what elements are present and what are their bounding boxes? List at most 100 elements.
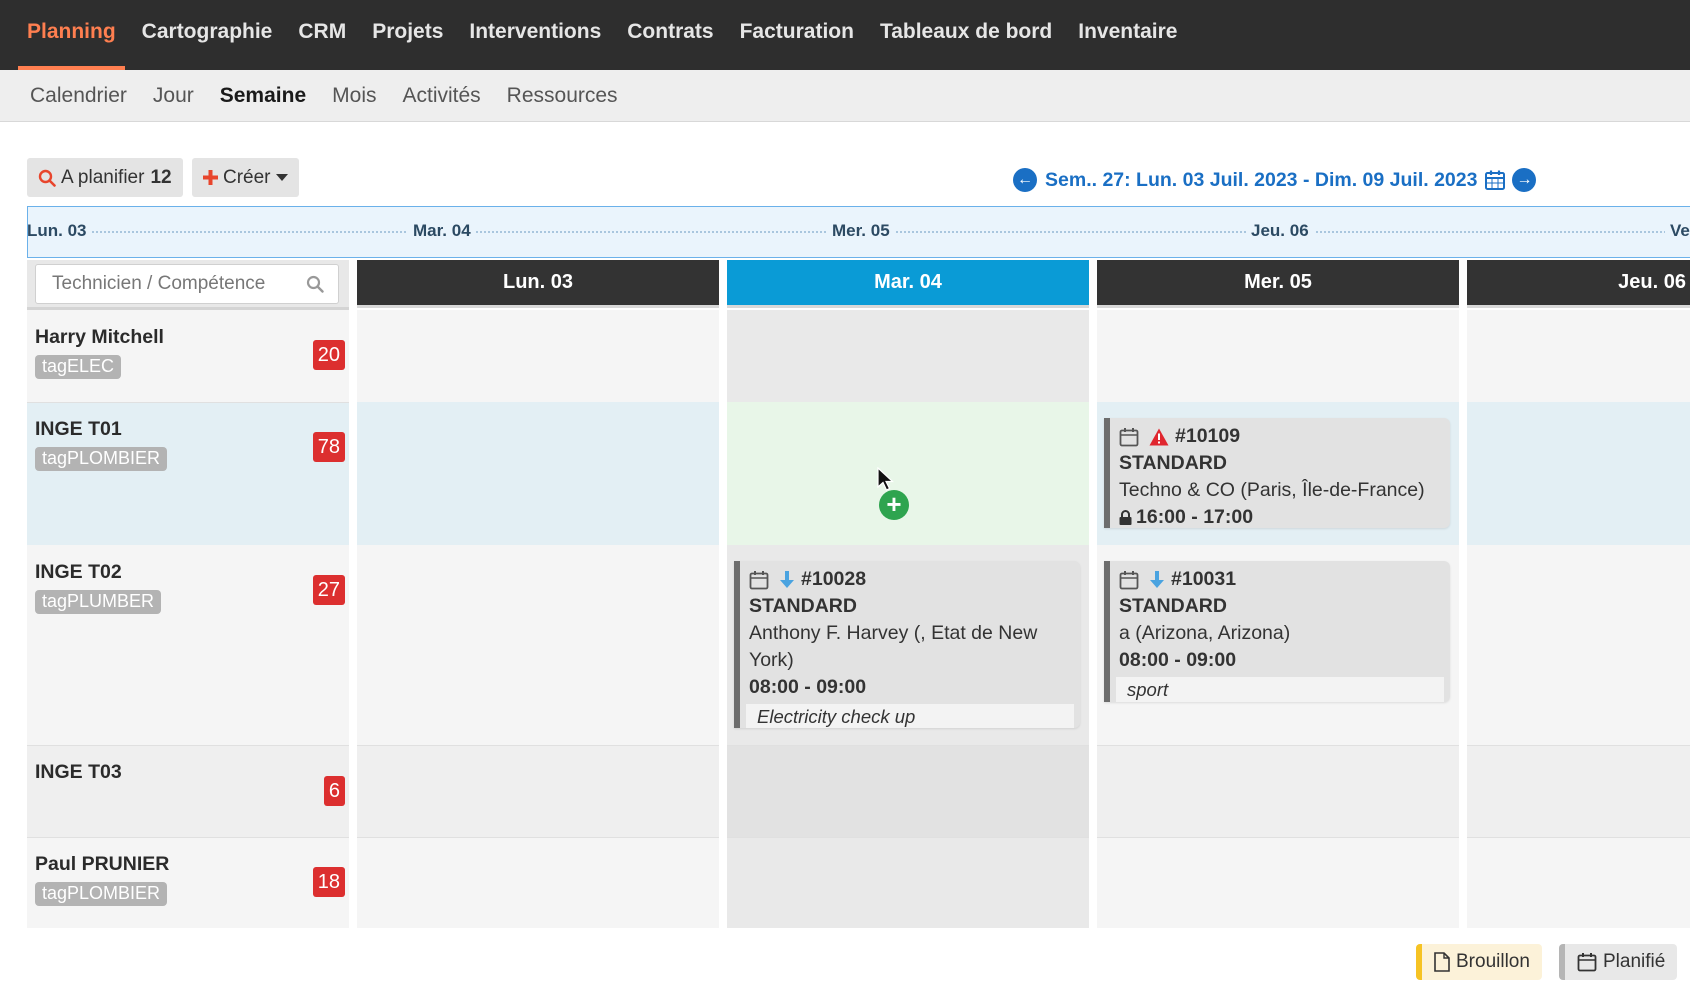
intervention-type: STANDARD — [749, 593, 1070, 620]
nav-facturation[interactable]: Facturation — [727, 0, 867, 70]
nav-planning[interactable]: Planning — [14, 0, 129, 70]
intervention-client: Anthony F. Harvey (, Etat de New York) — [749, 622, 1038, 671]
intervention-note: sport — [1116, 677, 1444, 702]
caret-down-icon — [275, 173, 288, 181]
subnav-semaine[interactable]: Semaine — [207, 84, 319, 108]
day-header-wed[interactable]: Mer. 05 — [1097, 260, 1459, 308]
day-cell[interactable] — [357, 745, 719, 837]
day-cell[interactable] — [1097, 310, 1459, 402]
day-cell[interactable] — [357, 545, 719, 745]
legend-planned[interactable]: Planifié — [1559, 944, 1678, 980]
technician-count-badge: 18 — [312, 867, 345, 897]
intervention-id: #10031 — [1171, 568, 1237, 590]
intervention-header: #10031 — [1119, 566, 1440, 593]
technician-search-input[interactable] — [52, 273, 302, 295]
legend-draft[interactable]: Brouillon — [1416, 944, 1542, 980]
intervention-time-row: 08:00 - 09:00 — [749, 674, 1070, 701]
to-plan-label: A planifier — [61, 166, 145, 188]
create-button[interactable]: Créer — [192, 158, 299, 197]
intervention-type: STANDARD — [1119, 450, 1440, 477]
nav-interventions[interactable]: Interventions — [456, 0, 614, 70]
technician-name: Paul PRUNIER — [35, 853, 170, 875]
day-cell[interactable] — [1467, 402, 1690, 545]
lock-icon — [1119, 510, 1132, 525]
subnav-ressources[interactable]: Ressources — [494, 84, 631, 108]
warning-icon — [1149, 428, 1169, 445]
technician-count-badge: 6 — [323, 776, 345, 806]
technician-tag: tagPLUMBER — [35, 590, 162, 614]
day-cell-hover[interactable] — [727, 402, 1089, 545]
technician-inge-t02[interactable]: INGE T02 tagPLUMBER 27 — [27, 545, 349, 745]
subnav-calendrier[interactable]: Calendrier — [17, 84, 140, 108]
nav-cartographie[interactable]: Cartographie — [129, 0, 286, 70]
plus-icon — [203, 170, 218, 185]
legend-draft-label: Brouillon — [1456, 951, 1530, 972]
subnav-activites[interactable]: Activités — [389, 84, 493, 108]
timeline-label: Jeu. 06 — [1246, 221, 1314, 241]
technician-harry-mitchell[interactable]: Harry Mitchell tagELEC 20 — [27, 310, 349, 402]
day-cell[interactable] — [1097, 837, 1459, 928]
timeline-strip[interactable]: Lun. 03 Mar. 04 Mer. 05 Jeu. 06 Ve — [27, 206, 1690, 258]
day-cell[interactable] — [357, 402, 719, 545]
day-cell[interactable] — [1467, 545, 1690, 745]
day-cell[interactable] — [1097, 745, 1459, 837]
day-header-mon[interactable]: Lun. 03 — [357, 260, 719, 308]
day-header-tue[interactable]: Mar. 04 — [727, 260, 1089, 308]
nav-inventaire[interactable]: Inventaire — [1065, 0, 1190, 70]
nav-contrats[interactable]: Contrats — [614, 0, 726, 70]
timeline-label: Lun. 03 — [28, 221, 92, 241]
intervention-card-10028[interactable]: #10028 STANDARD Anthony F. Harvey (, Eta… — [734, 561, 1080, 728]
intervention-time: 16:00 - 17:00 — [1136, 506, 1254, 528]
search-icon — [38, 169, 56, 187]
technician-inge-t03[interactable]: INGE T03 6 — [27, 745, 349, 837]
subnav-jour[interactable]: Jour — [140, 84, 207, 108]
intervention-id: #10028 — [801, 568, 867, 590]
intervention-note: Electricity check up — [746, 704, 1074, 728]
technician-tag: tagPLOMBIER — [35, 882, 168, 906]
day-header-thu[interactable]: Jeu. 06 — [1467, 260, 1690, 308]
day-cell[interactable] — [727, 837, 1089, 928]
intervention-type-label: STANDARD — [1119, 452, 1227, 474]
day-cell[interactable] — [727, 745, 1089, 837]
intervention-type-label: STANDARD — [749, 595, 857, 617]
nav-projets[interactable]: Projets — [359, 0, 456, 70]
technician-name: INGE T01 — [35, 418, 122, 440]
technician-name: INGE T02 — [35, 561, 122, 583]
add-intervention-button[interactable]: + — [879, 490, 909, 520]
day-cell[interactable] — [357, 310, 719, 402]
intervention-time-row: 16:00 - 17:00 — [1119, 504, 1440, 528]
intervention-header: #10109 — [1119, 423, 1440, 450]
subnav-mois[interactable]: Mois — [319, 84, 389, 108]
timeline-label: Mer. 05 — [827, 221, 895, 241]
next-week-icon[interactable]: → — [1512, 168, 1537, 192]
create-label: Créer — [223, 166, 271, 188]
legend-planned-label: Planifié — [1603, 951, 1666, 972]
prev-week-icon[interactable]: ← — [1013, 168, 1037, 192]
intervention-time: 08:00 - 09:00 — [749, 676, 867, 698]
calendar-icon[interactable] — [1484, 169, 1506, 191]
technician-count-badge: 27 — [312, 575, 345, 605]
intervention-type-label: STANDARD — [1119, 595, 1227, 617]
day-cell[interactable] — [1467, 310, 1690, 402]
intervention-client: a (Arizona, Arizona) — [1119, 622, 1291, 644]
technician-name: Harry Mitchell — [35, 326, 164, 348]
intervention-header: #10028 — [749, 566, 1070, 593]
intervention-card-10109[interactable]: #10109 STANDARD Techno & CO (Paris, Île-… — [1104, 418, 1450, 528]
nav-tableaux-de-bord[interactable]: Tableaux de bord — [867, 0, 1065, 70]
intervention-type: STANDARD — [1119, 593, 1440, 620]
nav-crm[interactable]: CRM — [285, 0, 359, 70]
day-cell[interactable] — [727, 310, 1089, 402]
intervention-card-10031[interactable]: #10031 STANDARD a (Arizona, Arizona) 08:… — [1104, 561, 1450, 702]
file-icon — [1434, 952, 1450, 972]
arrow-down-icon — [1150, 570, 1164, 588]
calendar-icon — [1119, 427, 1139, 446]
timeline-label: Ve — [1665, 221, 1690, 241]
to-plan-button[interactable]: A planifier 12 — [27, 158, 183, 197]
technician-paul-prunier[interactable]: Paul PRUNIER tagPLOMBIER 18 — [27, 837, 349, 928]
day-cell[interactable] — [357, 837, 719, 928]
day-cell[interactable] — [1467, 745, 1690, 837]
week-label: Sem.. 27: Lun. 03 Juil. 2023 - Dim. 09 J… — [1045, 168, 1478, 191]
technician-inge-t01[interactable]: INGE T01 tagPLOMBIER 78 — [27, 402, 349, 545]
day-cell[interactable] — [1467, 837, 1690, 928]
technician-search-box — [35, 264, 339, 304]
